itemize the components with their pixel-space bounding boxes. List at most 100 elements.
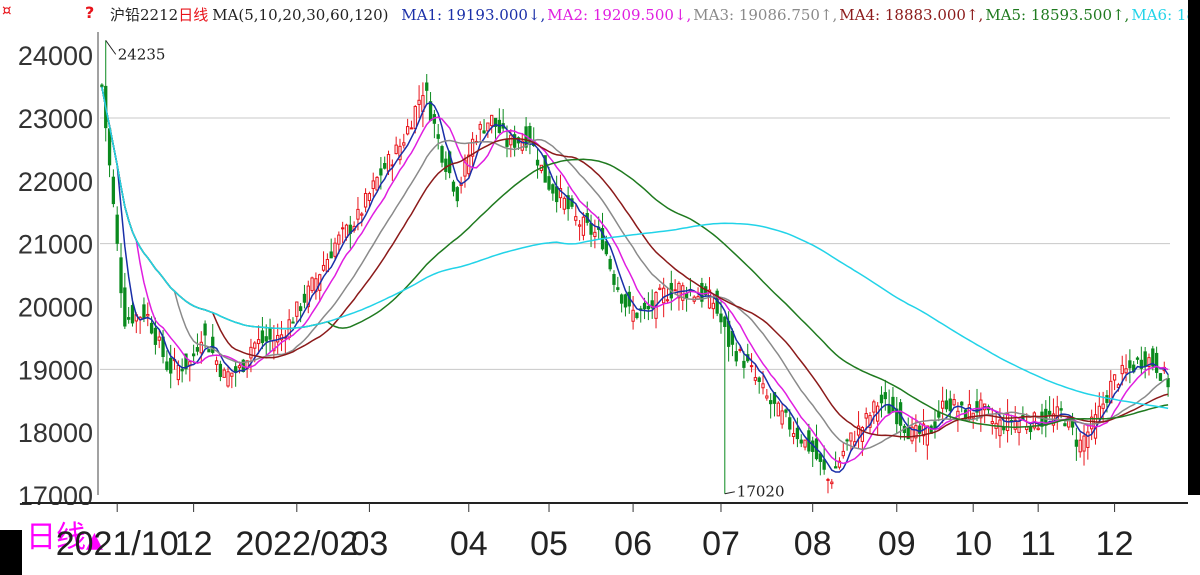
y-tick-label: 20000: [18, 292, 93, 322]
candle-body: [509, 134, 513, 146]
candle-body: [505, 139, 509, 147]
candle-body: [673, 289, 677, 292]
candle-body: [329, 251, 333, 259]
x-tick-label: 09: [878, 525, 916, 563]
candle-body: [375, 176, 379, 191]
x-tick-label: 07: [702, 525, 740, 563]
candle-body: [115, 214, 119, 244]
candle-body: [879, 394, 884, 404]
candle-body: [944, 400, 949, 410]
candle-body: [123, 287, 127, 327]
candle-body: [925, 425, 929, 446]
candle-body: [738, 348, 742, 351]
candle-body: [1082, 435, 1086, 452]
candle-body: [780, 410, 784, 425]
corner-marker: ¤: [2, 1, 12, 19]
candle-body: [1120, 364, 1124, 375]
candle-body: [218, 363, 223, 377]
candle-body: [237, 365, 242, 369]
x-tick-label: 10: [954, 525, 992, 563]
candle-body: [222, 369, 226, 378]
candle-body: [547, 176, 551, 190]
candle-body: [577, 224, 582, 227]
candle-body: [149, 322, 154, 334]
candle-body: [107, 128, 112, 166]
ma-legend-item: MA1: 19193.000↓,: [401, 6, 545, 24]
candle-body: [753, 377, 758, 381]
candle-body: [623, 294, 628, 308]
x-tick-label: 2021/10: [56, 525, 179, 563]
x-tick-label: 04: [450, 525, 488, 563]
candle-body: [486, 122, 490, 132]
candle-body: [451, 181, 456, 192]
candle-body: [1124, 368, 1128, 374]
candle-body: [146, 313, 150, 317]
ma-legend-item: MA2: 19209.500↓,: [547, 6, 691, 24]
candle-body: [658, 287, 662, 290]
candle-body: [176, 365, 180, 381]
candle-body: [1059, 408, 1063, 411]
candle-body: [742, 360, 746, 368]
candle-body: [952, 399, 956, 406]
candle-body: [214, 360, 219, 365]
candle-body: [302, 293, 307, 303]
candle-body: [394, 144, 398, 155]
help-icon[interactable]: ?: [85, 3, 94, 22]
candle-body: [604, 241, 608, 255]
candle-body: [409, 127, 414, 130]
candle-body: [684, 293, 689, 299]
x-tick-label: 08: [794, 525, 832, 563]
x-tick-label: 2022/02: [235, 525, 358, 563]
candle-body: [757, 377, 761, 382]
candle-body: [482, 130, 486, 134]
y-tick-label: 18000: [18, 418, 93, 448]
candle-body: [100, 84, 104, 88]
candle-body: [581, 216, 586, 236]
candle-body: [180, 368, 184, 372]
x-tick-label: 06: [614, 525, 652, 563]
candle-body: [1166, 378, 1170, 388]
candle-body: [872, 401, 876, 413]
candle-body: [310, 277, 314, 292]
chart-background: [0, 0, 1200, 575]
candle-body: [298, 306, 303, 312]
candle-body: [1128, 360, 1132, 369]
candle-body: [1063, 423, 1067, 427]
candle-body: [769, 400, 773, 405]
candle-body: [555, 186, 559, 203]
candle-body: [260, 330, 265, 344]
x-tick-label: 03: [350, 525, 388, 563]
ma-legend-item: MA4: 18883.000↑,: [839, 6, 983, 24]
candle-body: [887, 404, 891, 414]
candle-body: [803, 439, 807, 448]
candle-body: [383, 163, 387, 169]
x-tick-label: 12: [175, 525, 213, 563]
candle-body: [360, 213, 364, 216]
candle-body: [734, 351, 738, 362]
candle-body: [646, 305, 651, 310]
candle-body: [356, 208, 360, 220]
candle-body: [795, 427, 800, 440]
candle-body: [119, 257, 123, 294]
candle-body: [574, 216, 578, 221]
candle-body: [153, 327, 158, 345]
candle-body: [1074, 439, 1079, 447]
x-tick-label: 11: [1021, 525, 1056, 563]
candle-body: [256, 339, 261, 345]
candle-body: [230, 372, 234, 377]
candle-body: [749, 365, 754, 368]
candle-body: [1086, 431, 1090, 448]
candle-body: [490, 114, 494, 127]
candle-body: [799, 439, 803, 444]
candle-body: [413, 105, 417, 130]
candle-body: [948, 398, 952, 412]
candle-body: [1158, 373, 1163, 381]
instrument-name: 沪铅2212: [110, 6, 178, 24]
candle-body: [589, 222, 593, 235]
candle-body: [788, 417, 792, 430]
candle-body: [337, 234, 341, 245]
legend-header: 沪铅2212日线 MA(5,10,20,30,60,120) MA1: 19193…: [110, 6, 1200, 24]
candle-body: [1070, 420, 1075, 428]
candle-body: [619, 294, 624, 304]
candle-body: [264, 336, 268, 342]
